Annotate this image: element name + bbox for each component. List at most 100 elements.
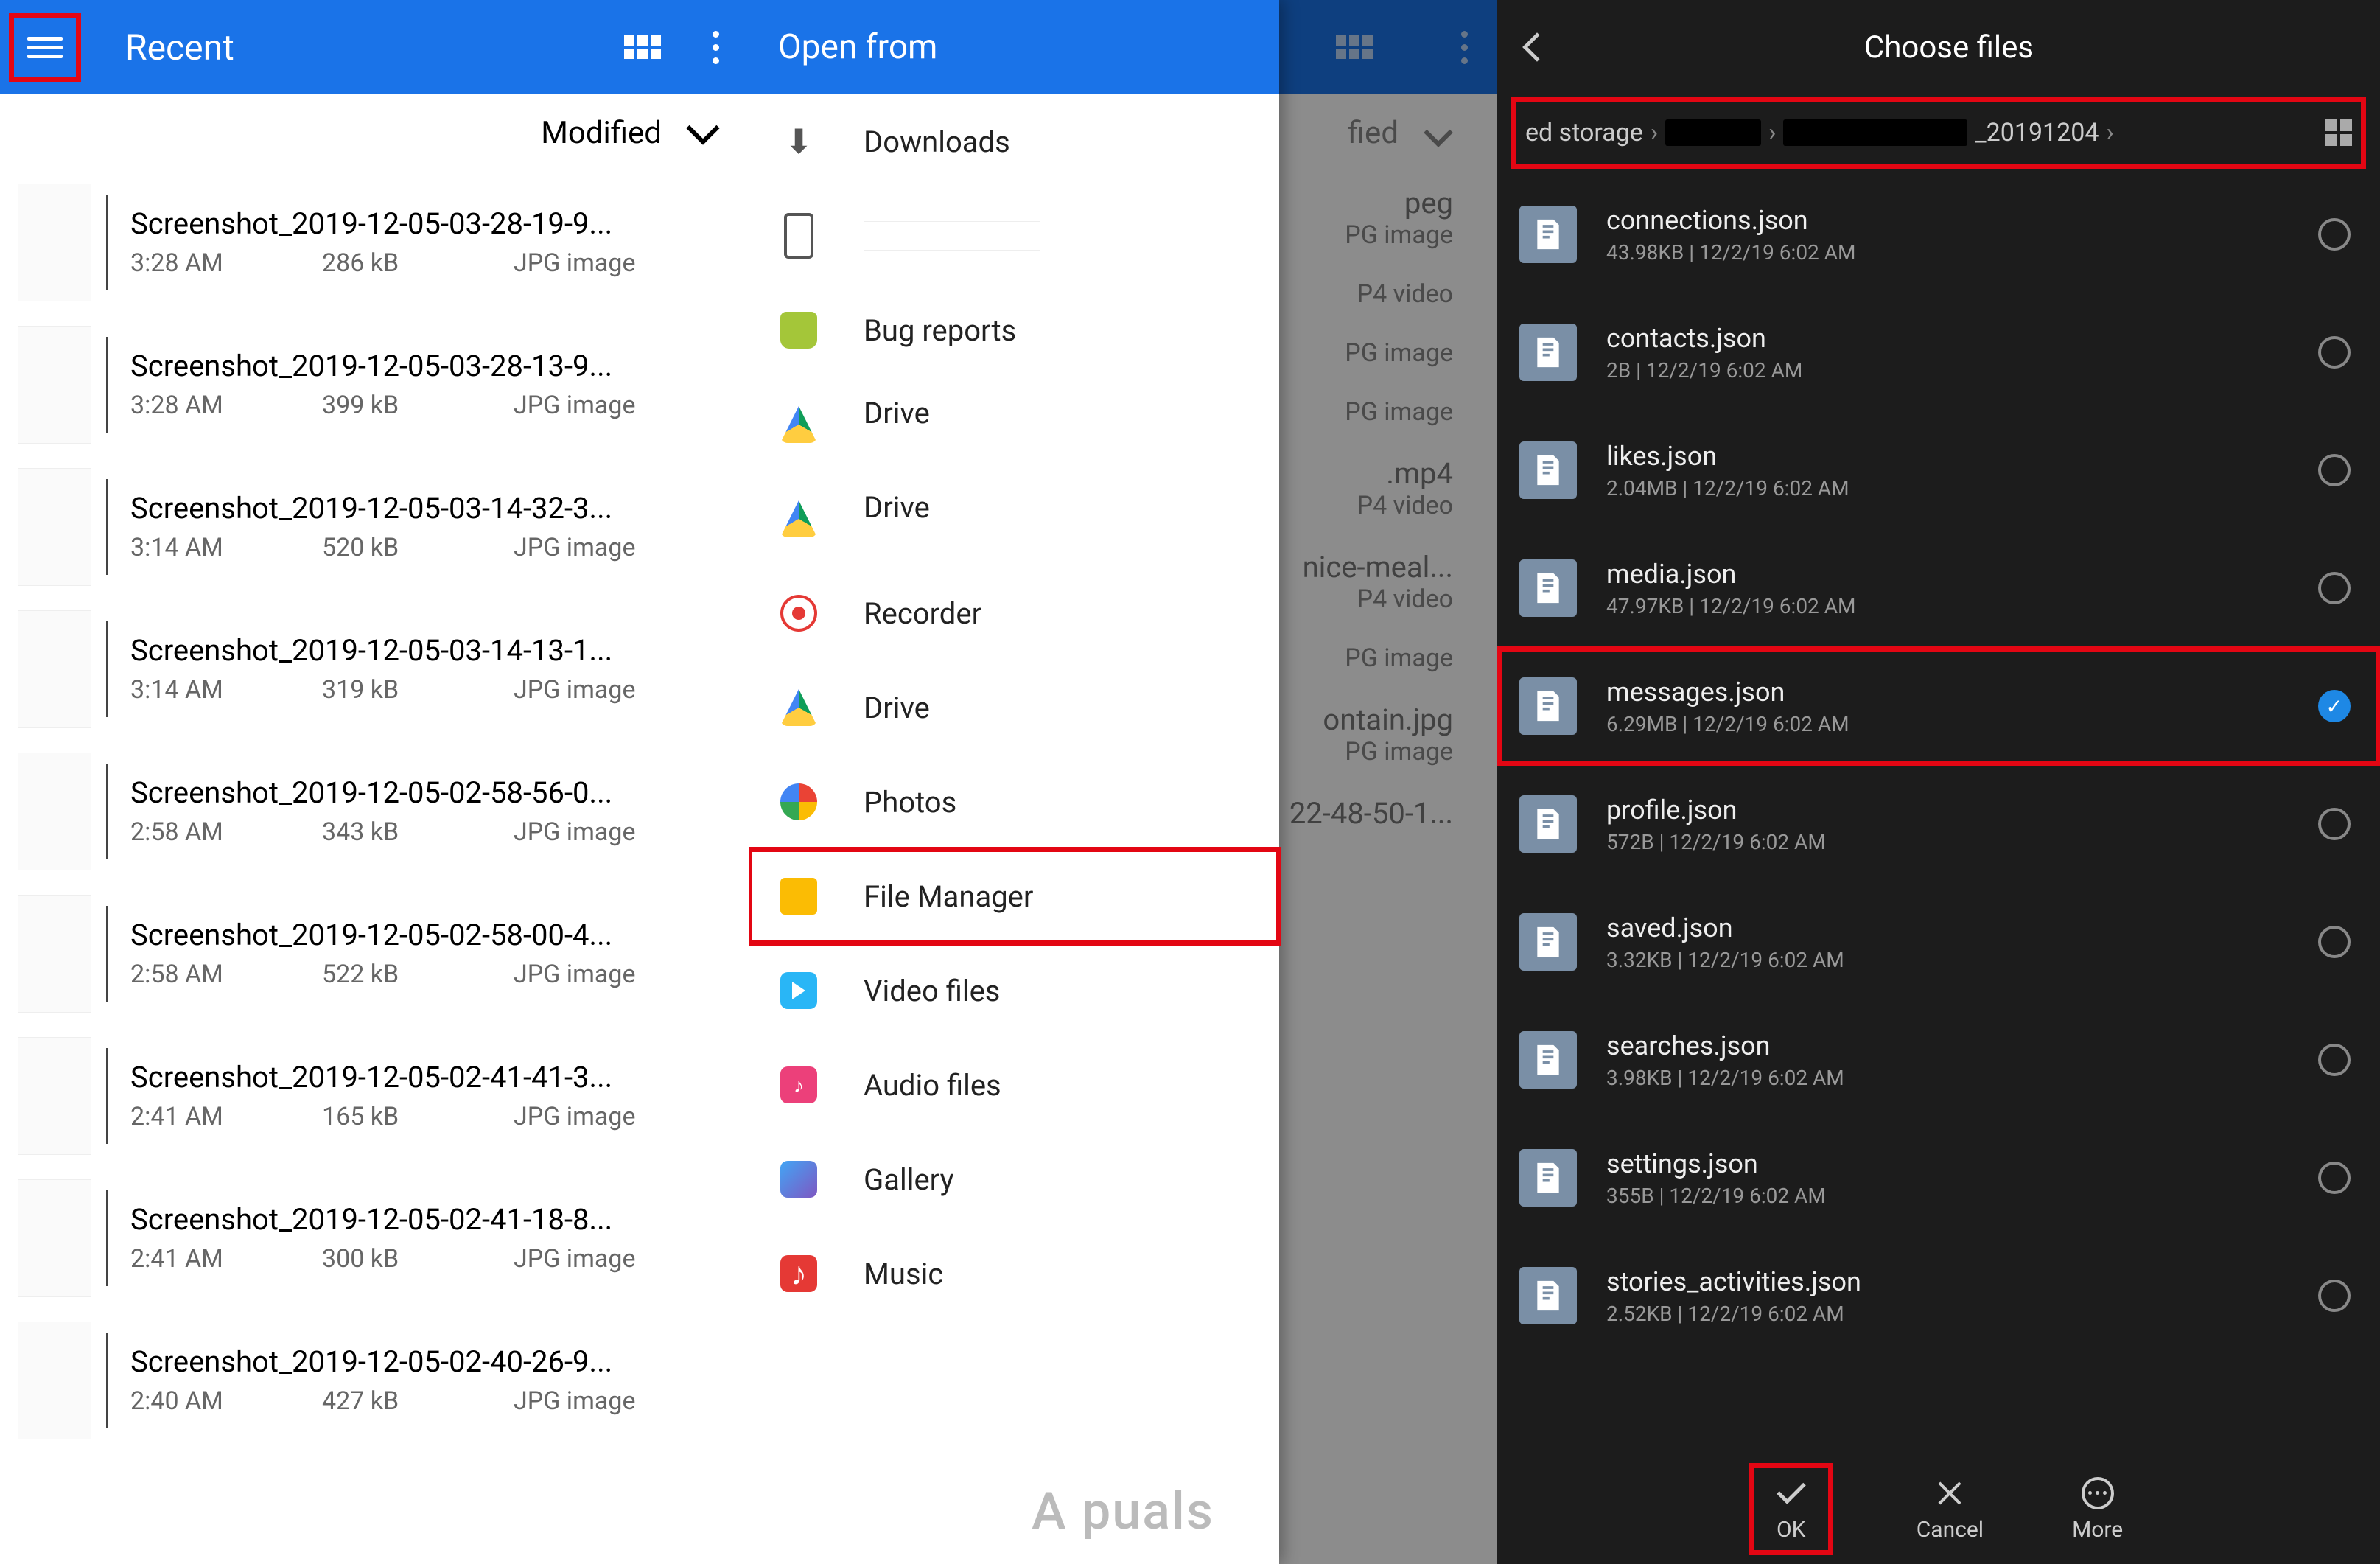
select-radio[interactable] bbox=[2318, 218, 2351, 251]
drawer-item-label: Bug reports bbox=[864, 313, 1016, 348]
thumbnail bbox=[18, 1322, 91, 1439]
file-type: JPG image bbox=[514, 817, 636, 847]
file-type: JPG image bbox=[514, 391, 636, 420]
file-row[interactable]: profile.json572B | 12/2/19 6:02 AM bbox=[1497, 765, 2380, 883]
file-row[interactable]: saved.json3.32KB | 12/2/19 6:02 AM bbox=[1497, 883, 2380, 1001]
file-row[interactable]: contacts.json2B | 12/2/19 6:02 AM bbox=[1497, 293, 2380, 411]
file-row[interactable]: Screenshot_2019-12-05-02-40-26-9... 2:40… bbox=[0, 1309, 749, 1451]
file-type: JPG image bbox=[514, 248, 636, 278]
select-radio[interactable] bbox=[2318, 808, 2351, 840]
file-size: 522 kB bbox=[322, 960, 447, 989]
file-row[interactable]: searches.json3.98KB | 12/2/19 6:02 AM bbox=[1497, 1001, 2380, 1119]
ok-button[interactable]: OK bbox=[1754, 1468, 1828, 1550]
file-name: Screenshot_2019-12-05-03-14-32-3... bbox=[130, 491, 749, 526]
document-icon bbox=[1519, 795, 1577, 853]
drawer-item-vid[interactable]: Video files bbox=[749, 943, 1279, 1038]
file-list: connections.json43.98KB | 12/2/19 6:02 A… bbox=[1497, 175, 2380, 1355]
crumb-redacted bbox=[1783, 119, 1967, 146]
breadcrumb[interactable]: ed storage › › _20191204 › bbox=[1512, 97, 2365, 168]
chevron-down-icon bbox=[686, 111, 719, 144]
more-icon[interactable] bbox=[705, 31, 727, 64]
drawer-item-label: Drive bbox=[864, 396, 1070, 430]
document-icon bbox=[1519, 324, 1577, 381]
drawer-item-aud[interactable]: ♪ Audio files bbox=[749, 1038, 1279, 1132]
file-name: Screenshot_2019-12-05-02-41-18-8... bbox=[130, 1202, 749, 1237]
thumbnail bbox=[18, 468, 91, 586]
drawer-item-label: Downloads bbox=[864, 125, 1010, 159]
recent-pane: Recent Modified Screenshot_2019-12-05-03… bbox=[0, 0, 749, 1564]
file-row[interactable]: connections.json43.98KB | 12/2/19 6:02 A… bbox=[1497, 175, 2380, 293]
drawer-item-folder[interactable]: File Manager bbox=[749, 849, 1279, 943]
file-size: 427 kB bbox=[322, 1386, 447, 1416]
file-time: 2:58 AM bbox=[130, 960, 256, 989]
appbar: Recent bbox=[0, 0, 749, 94]
bottom-bar: OK Cancel More bbox=[1497, 1453, 2380, 1564]
drawer-item-label: Drive bbox=[864, 691, 930, 725]
file-name: Screenshot_2019-12-05-03-28-13-9... bbox=[130, 349, 749, 383]
select-radio[interactable] bbox=[2318, 572, 2351, 604]
drawer-item-drive[interactable]: Drive bbox=[749, 377, 1279, 472]
drawer-item-label: Photos bbox=[864, 785, 956, 820]
file-type: JPG image bbox=[514, 1386, 636, 1416]
drive-icon bbox=[778, 404, 819, 445]
file-name: searches.json bbox=[1606, 1030, 2289, 1061]
file-name: saved.json bbox=[1606, 912, 2289, 943]
thumbnail bbox=[18, 326, 91, 444]
grid-view-icon[interactable] bbox=[2325, 119, 2352, 146]
document-icon bbox=[1519, 1267, 1577, 1324]
file-row[interactable]: stories_activities.json2.52KB | 12/2/19 … bbox=[1497, 1237, 2380, 1355]
android-icon bbox=[778, 310, 819, 351]
select-radio[interactable] bbox=[2318, 1044, 2351, 1076]
file-time: 3:28 AM bbox=[130, 391, 256, 420]
drawer-item-drive[interactable]: Drive bbox=[749, 660, 1279, 755]
file-row[interactable]: media.json47.97KB | 12/2/19 6:02 AM bbox=[1497, 529, 2380, 647]
select-radio[interactable] bbox=[2318, 1162, 2351, 1194]
drive-icon bbox=[778, 498, 819, 540]
select-radio[interactable]: ✓ bbox=[2318, 690, 2351, 722]
file-type: JPG image bbox=[514, 533, 636, 562]
header: Choose files bbox=[1497, 0, 2380, 94]
more-button[interactable]: More bbox=[2072, 1476, 2123, 1543]
file-row[interactable]: Screenshot_2019-12-05-02-58-00-4... 2:58… bbox=[0, 882, 749, 1024]
file-row[interactable]: Screenshot_2019-12-05-03-28-19-9... 3:28… bbox=[0, 171, 749, 313]
drawer-item-photos[interactable]: Photos bbox=[749, 755, 1279, 849]
page-title: Choose files bbox=[1547, 29, 2351, 66]
file-row[interactable]: likes.json2.04MB | 12/2/19 6:02 AM bbox=[1497, 411, 2380, 529]
file-time: 3:14 AM bbox=[130, 533, 256, 562]
file-size: 399 kB bbox=[322, 391, 447, 420]
drawer-item-phone[interactable] bbox=[749, 189, 1279, 283]
drawer-item-android[interactable]: Bug reports bbox=[749, 283, 1279, 377]
menu-icon[interactable] bbox=[27, 29, 63, 65]
select-radio[interactable] bbox=[2318, 926, 2351, 958]
drawer-item-dl[interactable]: ⬇ Downloads bbox=[749, 94, 1279, 189]
file-time: 2:40 AM bbox=[130, 1386, 256, 1416]
file-meta: 2.04MB | 12/2/19 6:02 AM bbox=[1606, 476, 2289, 500]
sort-bar[interactable]: Modified bbox=[0, 94, 749, 171]
file-row[interactable]: settings.json355B | 12/2/19 6:02 AM bbox=[1497, 1119, 2380, 1237]
grid-view-icon[interactable] bbox=[624, 35, 661, 59]
open-from-pane: fied pegPG imageP4 videoPG imagePG image… bbox=[749, 0, 1497, 1564]
drawer-item-drive[interactable]: Drive bbox=[749, 472, 1279, 566]
file-row[interactable]: Screenshot_2019-12-05-02-58-56-0... 2:58… bbox=[0, 740, 749, 882]
document-icon bbox=[1519, 913, 1577, 971]
file-name: stories_activities.json bbox=[1606, 1266, 2289, 1297]
select-radio[interactable] bbox=[2318, 336, 2351, 369]
page-title: Recent bbox=[125, 27, 624, 69]
file-row[interactable]: Screenshot_2019-12-05-03-14-13-1... 3:14… bbox=[0, 598, 749, 740]
drawer-item-gal[interactable]: Gallery bbox=[749, 1132, 1279, 1226]
photos-icon bbox=[778, 781, 819, 823]
file-size: 319 kB bbox=[322, 675, 447, 705]
drawer-item-rec[interactable]: Recorder bbox=[749, 566, 1279, 660]
cancel-button[interactable]: Cancel bbox=[1917, 1476, 1984, 1543]
file-type: JPG image bbox=[514, 960, 636, 989]
file-name: Screenshot_2019-12-05-02-41-41-3... bbox=[130, 1060, 749, 1095]
select-radio[interactable] bbox=[2318, 454, 2351, 486]
file-row[interactable]: Screenshot_2019-12-05-02-41-18-8... 2:41… bbox=[0, 1167, 749, 1309]
file-row[interactable]: Screenshot_2019-12-05-03-14-32-3... 3:14… bbox=[0, 455, 749, 598]
file-row[interactable]: messages.json6.29MB | 12/2/19 6:02 AM ✓ bbox=[1497, 647, 2380, 765]
thumbnail bbox=[18, 610, 91, 728]
file-row[interactable]: Screenshot_2019-12-05-02-41-41-3... 2:41… bbox=[0, 1024, 749, 1167]
file-row[interactable]: Screenshot_2019-12-05-03-28-13-9... 3:28… bbox=[0, 313, 749, 455]
select-radio[interactable] bbox=[2318, 1280, 2351, 1312]
drawer-item-mus[interactable]: ♪ Music bbox=[749, 1226, 1279, 1321]
